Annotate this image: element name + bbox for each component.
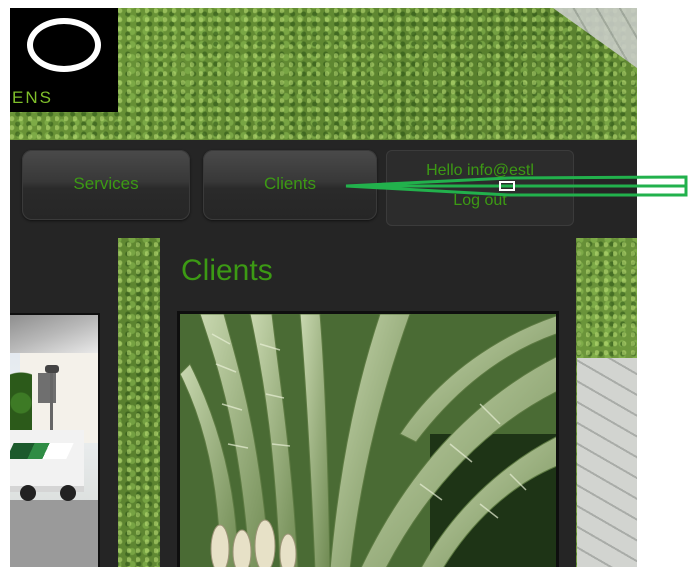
page-viewport: ENS Services Clients Hello info@estl Log…: [10, 8, 637, 567]
nav-services-label: Services: [73, 174, 139, 193]
nav-services-button[interactable]: Services: [22, 150, 190, 220]
sidebar-photo-truck: [10, 313, 100, 567]
paving-background-right: [577, 358, 637, 567]
left-sidebar-panel: [10, 238, 118, 567]
content-photo-palm: [177, 311, 559, 567]
content-panel: Clients: [160, 238, 576, 567]
site-logo[interactable]: ENS: [10, 8, 118, 112]
logo-ring-icon: [27, 18, 101, 72]
palm-illustration: [180, 314, 556, 567]
pointer-arrow-overlay: [345, 175, 688, 197]
logo-text: ENS: [12, 88, 53, 107]
page-title: Clients: [181, 254, 273, 287]
